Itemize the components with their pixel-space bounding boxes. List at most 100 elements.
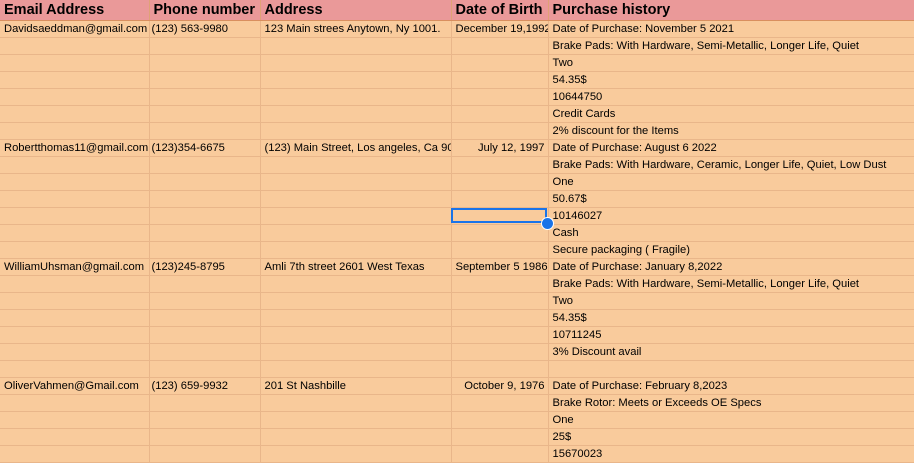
phone-cell[interactable] [149, 394, 261, 412]
address-cell[interactable] [260, 241, 452, 259]
dob-cell[interactable] [451, 343, 549, 361]
phone-cell[interactable] [149, 292, 261, 310]
address-cell[interactable] [260, 122, 452, 140]
dob-cell[interactable] [451, 241, 549, 259]
address-cell[interactable] [260, 156, 452, 174]
address-cell[interactable] [260, 326, 452, 344]
email-cell[interactable] [0, 88, 150, 106]
header-address[interactable]: Address [260, 0, 452, 21]
dob-cell[interactable] [451, 37, 549, 55]
phone-cell[interactable] [149, 54, 261, 72]
purchase-history-cell[interactable]: Two [548, 292, 914, 310]
address-cell[interactable]: (123) Main Street, Los angeles, Ca 90 [260, 139, 452, 157]
dob-cell[interactable] [451, 445, 549, 463]
dob-cell[interactable] [451, 360, 549, 378]
purchase-history-cell[interactable]: 3% Discount avail [548, 343, 914, 361]
phone-cell[interactable] [149, 71, 261, 89]
header-date-of-birth[interactable]: Date of Birth [451, 0, 549, 21]
dob-cell[interactable] [451, 88, 549, 106]
address-cell[interactable] [260, 428, 452, 446]
address-cell[interactable]: 201 St Nashbille [260, 377, 452, 395]
phone-cell[interactable] [149, 326, 261, 344]
purchase-history-cell[interactable]: One [548, 173, 914, 191]
phone-cell[interactable] [149, 122, 261, 140]
address-cell[interactable] [260, 360, 452, 378]
email-cell[interactable]: WilliamUhsman@gmail.com [0, 258, 150, 276]
purchase-history-cell[interactable]: 25$ [548, 428, 914, 446]
purchase-history-cell[interactable]: Brake Pads: With Hardware, Semi-Metallic… [548, 275, 914, 293]
email-cell[interactable] [0, 411, 150, 429]
purchase-history-cell[interactable]: Credit Cards [548, 105, 914, 123]
email-cell[interactable] [0, 122, 150, 140]
dob-cell[interactable] [451, 190, 549, 208]
purchase-history-cell[interactable]: 10146027 [548, 207, 914, 225]
address-cell[interactable] [260, 105, 452, 123]
purchase-history-cell[interactable]: Date of Purchase: January 8,2022 [548, 258, 914, 276]
email-cell[interactable] [0, 241, 150, 259]
phone-cell[interactable]: (123) 563-9980 [149, 20, 261, 38]
purchase-history-cell[interactable]: Brake Pads: With Hardware, Semi-Metallic… [548, 37, 914, 55]
phone-cell[interactable] [149, 224, 261, 242]
phone-cell[interactable] [149, 445, 261, 463]
email-cell[interactable] [0, 394, 150, 412]
dob-cell[interactable] [451, 309, 549, 327]
purchase-history-cell[interactable]: Date of Purchase: February 8,2023 [548, 377, 914, 395]
address-cell[interactable] [260, 224, 452, 242]
dob-cell[interactable]: December 19,1992 [451, 20, 549, 38]
email-cell[interactable] [0, 54, 150, 72]
phone-cell[interactable]: (123) 659-9932 [149, 377, 261, 395]
dob-cell[interactable] [451, 394, 549, 412]
dob-cell[interactable] [451, 326, 549, 344]
dob-cell[interactable] [451, 275, 549, 293]
phone-cell[interactable] [149, 156, 261, 174]
email-cell[interactable] [0, 37, 150, 55]
purchase-history-cell[interactable]: Two [548, 54, 914, 72]
address-cell[interactable] [260, 71, 452, 89]
fill-handle[interactable] [541, 217, 554, 230]
purchase-history-cell[interactable]: Cash [548, 224, 914, 242]
header-email-address[interactable]: Email Address [0, 0, 150, 21]
phone-cell[interactable] [149, 411, 261, 429]
email-cell[interactable] [0, 173, 150, 191]
email-cell[interactable]: OliverVahmen@Gmail.com [0, 377, 150, 395]
purchase-history-cell[interactable]: 50.67$ [548, 190, 914, 208]
header-purchase-history[interactable]: Purchase history [548, 0, 914, 21]
phone-cell[interactable]: (123)354-6675 [149, 139, 261, 157]
email-cell[interactable] [0, 156, 150, 174]
dob-cell[interactable] [451, 428, 549, 446]
email-cell[interactable]: Robertthomas11@gmail.com [0, 139, 150, 157]
phone-cell[interactable] [149, 88, 261, 106]
header-phone-number[interactable]: Phone number [149, 0, 261, 21]
purchase-history-cell[interactable]: 54.35$ [548, 71, 914, 89]
email-cell[interactable] [0, 343, 150, 361]
phone-cell[interactable] [149, 207, 261, 225]
purchase-history-cell[interactable]: 15670023 [548, 445, 914, 463]
address-cell[interactable] [260, 309, 452, 327]
address-cell[interactable] [260, 292, 452, 310]
email-cell[interactable] [0, 275, 150, 293]
dob-cell[interactable] [451, 54, 549, 72]
address-cell[interactable] [260, 411, 452, 429]
address-cell[interactable] [260, 173, 452, 191]
address-cell[interactable] [260, 445, 452, 463]
address-cell[interactable] [260, 88, 452, 106]
email-cell[interactable] [0, 360, 150, 378]
email-cell[interactable] [0, 292, 150, 310]
email-cell[interactable]: Davidsaeddman@gmail.com [0, 20, 150, 38]
address-cell[interactable] [260, 343, 452, 361]
phone-cell[interactable] [149, 309, 261, 327]
purchase-history-cell[interactable]: Date of Purchase: August 6 2022 [548, 139, 914, 157]
phone-cell[interactable] [149, 190, 261, 208]
email-cell[interactable] [0, 326, 150, 344]
dob-cell[interactable] [451, 224, 549, 242]
phone-cell[interactable] [149, 275, 261, 293]
email-cell[interactable] [0, 428, 150, 446]
phone-cell[interactable] [149, 37, 261, 55]
phone-cell[interactable] [149, 360, 261, 378]
dob-cell[interactable] [451, 122, 549, 140]
address-cell[interactable] [260, 275, 452, 293]
purchase-history-cell[interactable]: Secure packaging ( Fragile) [548, 241, 914, 259]
email-cell[interactable] [0, 309, 150, 327]
purchase-history-cell[interactable] [548, 360, 914, 378]
purchase-history-cell[interactable]: One [548, 411, 914, 429]
